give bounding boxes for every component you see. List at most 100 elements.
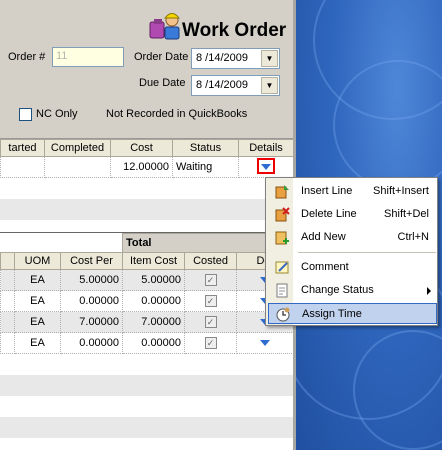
- column-header-started[interactable]: tarted: [0, 139, 45, 157]
- table-row[interactable]: EA 0.00000 0.00000 ✓: [0, 290, 293, 312]
- cell-uom[interactable]: EA: [14, 311, 61, 333]
- not-recorded-label: Not Recorded in QuickBooks: [106, 108, 248, 120]
- due-date-label: Due Date: [139, 77, 186, 89]
- delete-line-icon: [275, 207, 290, 222]
- cell-cost[interactable]: 12.00000: [110, 156, 173, 178]
- empty-row: [0, 417, 293, 438]
- cell-uom[interactable]: EA: [14, 290, 61, 312]
- costed-checkbox[interactable]: ✓: [204, 337, 217, 349]
- change-status-icon: [276, 283, 288, 298]
- menu-item-comment[interactable]: Comment: [268, 257, 437, 278]
- cell-costed[interactable]: ✓: [184, 311, 238, 333]
- due-date-picker[interactable]: 8 /14/2009 ▼: [191, 75, 280, 96]
- order-date-value: 8 /14/2009: [196, 52, 248, 64]
- submenu-arrow-icon: [427, 287, 431, 295]
- total-spacer: [184, 233, 237, 253]
- insert-line-icon: [275, 185, 289, 199]
- row-marker: [0, 290, 15, 312]
- menu-item-label: Comment: [301, 261, 349, 273]
- table-row[interactable]: 12.00000 Waiting: [0, 156, 293, 178]
- menu-item-add-new[interactable]: Add New Ctrl+N: [268, 227, 437, 248]
- order-date-label: Order Date: [134, 51, 189, 63]
- menu-item-label: Insert Line: [301, 185, 353, 197]
- menu-item-delete-line[interactable]: Delete Line Shift+Del: [268, 204, 437, 225]
- add-new-icon: [275, 231, 289, 245]
- dropdown-arrow-icon: [261, 163, 271, 170]
- work-order-window: Work Order Order # 11 Order Date 8 /14/2…: [0, 0, 296, 450]
- column-header-blank: [0, 252, 15, 270]
- empty-row: [0, 220, 293, 232]
- cell-item-cost[interactable]: 0.00000: [122, 332, 186, 354]
- column-header-item-cost[interactable]: Item Cost: [122, 252, 186, 270]
- cell-item-cost[interactable]: 0.00000: [122, 290, 186, 312]
- table-row[interactable]: EA 0.00000 0.00000 ✓: [0, 332, 293, 354]
- assign-time-icon: [276, 307, 290, 322]
- empty-row: [0, 199, 293, 220]
- work-order-lines-grid: tarted Completed Cost Status Details 12.…: [0, 138, 293, 232]
- cell-costed[interactable]: ✓: [184, 332, 238, 354]
- row-marker: [0, 332, 15, 354]
- menu-item-shortcut: Ctrl+N: [397, 231, 429, 243]
- cell-item-cost[interactable]: 5.00000: [122, 269, 186, 291]
- cell-costed[interactable]: ✓: [184, 269, 238, 291]
- order-number-field[interactable]: 11: [52, 47, 124, 67]
- order-date-picker[interactable]: 8 /14/2009 ▼: [191, 48, 280, 69]
- menu-item-label: Assign Time: [302, 308, 362, 320]
- cell-cost-per[interactable]: 5.00000: [59, 269, 124, 291]
- column-header-details[interactable]: Details: [238, 139, 293, 157]
- menu-item-shortcut: Shift+Insert: [373, 185, 429, 197]
- empty-row: [0, 396, 293, 417]
- cell-uom[interactable]: EA: [14, 332, 61, 354]
- cell-started[interactable]: [0, 156, 45, 178]
- work-order-header: Work Order Order # 11 Order Date 8 /14/2…: [0, 0, 293, 136]
- cell-details[interactable]: [238, 156, 293, 178]
- cell-cost-per[interactable]: 0.00000: [59, 290, 124, 312]
- empty-row: [0, 354, 293, 375]
- cell-cost-per[interactable]: 7.00000: [59, 311, 124, 333]
- nc-only-label: NC Only: [36, 108, 78, 120]
- menu-item-label: Delete Line: [301, 208, 357, 220]
- cell-details[interactable]: [236, 332, 293, 354]
- chevron-down-icon[interactable]: ▼: [261, 77, 278, 94]
- due-date-value: 8 /14/2009: [196, 79, 248, 91]
- total-spacer: [0, 233, 123, 253]
- row-marker: [0, 269, 15, 291]
- costed-checkbox[interactable]: ✓: [204, 274, 217, 286]
- empty-row: [0, 178, 293, 199]
- comment-icon: [275, 261, 289, 274]
- work-order-items-grid: Total 12.0 UOM Cost Per Item Cost Costed…: [0, 232, 293, 450]
- chevron-down-icon[interactable]: ▼: [261, 50, 278, 67]
- total-label: Total: [122, 233, 185, 253]
- cell-item-cost[interactable]: 7.00000: [122, 311, 186, 333]
- cell-completed[interactable]: [44, 156, 111, 178]
- row-marker: [0, 311, 15, 333]
- cell-costed[interactable]: ✓: [184, 290, 238, 312]
- empty-row: [0, 375, 293, 396]
- work-order-icon: [149, 13, 181, 40]
- details-dropdown-button[interactable]: [257, 157, 275, 174]
- costed-checkbox[interactable]: ✓: [204, 295, 217, 307]
- cell-uom[interactable]: EA: [14, 269, 61, 291]
- context-menu: Insert Line Shift+Insert Delete Line Shi…: [265, 177, 438, 326]
- menu-item-assign-time[interactable]: Assign Time: [268, 303, 437, 324]
- dropdown-arrow-icon[interactable]: [260, 340, 271, 346]
- column-header-uom[interactable]: UOM: [14, 252, 61, 270]
- costed-checkbox[interactable]: ✓: [204, 316, 217, 328]
- nc-only-checkbox[interactable]: [19, 108, 32, 121]
- column-header-completed[interactable]: Completed: [44, 139, 111, 157]
- column-header-cost-per[interactable]: Cost Per: [59, 252, 124, 270]
- menu-item-label: Add New: [301, 231, 346, 243]
- order-number-label: Order #: [8, 51, 46, 63]
- menu-item-insert-line[interactable]: Insert Line Shift+Insert: [268, 181, 437, 202]
- menu-item-label: Change Status: [301, 284, 374, 296]
- table-row[interactable]: EA 7.00000 7.00000 ✓: [0, 311, 293, 333]
- cell-cost-per[interactable]: 0.00000: [59, 332, 124, 354]
- table-row[interactable]: EA 5.00000 5.00000 ✓: [0, 269, 293, 291]
- menu-separator: [298, 252, 436, 253]
- menu-item-change-status[interactable]: Change Status: [268, 280, 437, 301]
- cell-status[interactable]: Waiting: [172, 156, 239, 178]
- page-title: Work Order: [182, 20, 287, 41]
- column-header-status[interactable]: Status: [172, 139, 239, 157]
- column-header-costed[interactable]: Costed: [184, 252, 238, 270]
- column-header-cost[interactable]: Cost: [110, 139, 173, 157]
